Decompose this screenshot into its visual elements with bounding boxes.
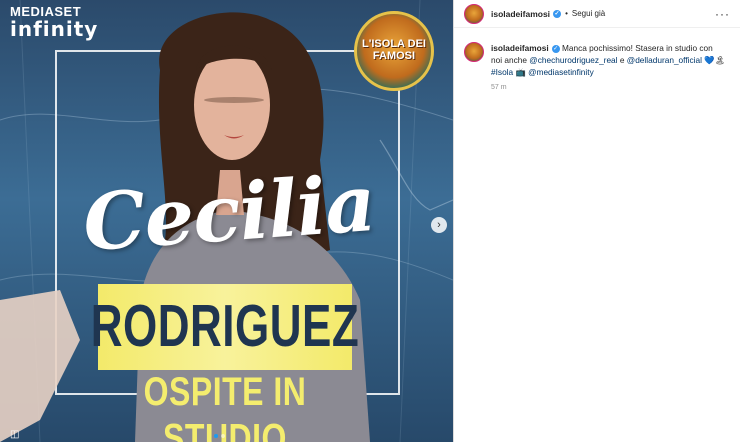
post-header: isoladeifamosi ✓ • Segui già ··· (454, 0, 740, 28)
post-media[interactable]: MEDIASET infinity L'ISOLA DEI FAMOSI Cec… (0, 0, 453, 442)
hashtag-isola[interactable]: #Isola (491, 67, 513, 77)
surname-text: RODRIGUEZ (90, 293, 360, 360)
mention-mediasetinfinity[interactable]: @mediasetinfinity (528, 67, 594, 77)
tv-emoji: 📺 (515, 67, 526, 77)
badge-text: L'ISOLA DEI FAMOSI (362, 38, 426, 62)
caption-verified-icon: ✓ (551, 44, 560, 53)
mention-della[interactable]: @delladuran_official (627, 55, 702, 65)
caption-username[interactable]: isoladeifamosi (491, 43, 549, 53)
avatar[interactable] (464, 3, 484, 24)
verified-icon: ✓ (553, 10, 562, 19)
carousel-dot (221, 434, 225, 438)
surname-banner: RODRIGUEZ (91, 284, 359, 370)
carousel-dots (214, 434, 225, 438)
timestamp[interactable]: 57 m (491, 84, 740, 91)
username-text: isoladeifamosi (491, 8, 551, 19)
tagline-text: OSPITE IN STUDIO (143, 368, 307, 442)
mediaset-infinity-logo: MEDIASET infinity (10, 4, 98, 41)
caption-text-2: e (619, 55, 625, 65)
carousel-dot-active (214, 434, 218, 438)
separator: • (565, 9, 568, 18)
follow-button[interactable]: Segui già (572, 9, 605, 18)
caption: isoladeifamosi ✓ Manca pochissimo! Staser… (491, 42, 726, 78)
isola-dei-famosi-logo: L'ISOLA DEI FAMOSI (354, 11, 434, 91)
mention-chechu[interactable]: @chechurodriguez_real (529, 55, 617, 65)
carousel-icon: ◫ (10, 429, 20, 440)
brand-bottom: infinity (10, 17, 99, 41)
caption-avatar[interactable] (464, 42, 484, 62)
next-slide-button[interactable]: › (431, 217, 447, 233)
caption-emojis: 💙🏝 (704, 55, 726, 65)
more-options-icon[interactable]: ··· (715, 7, 730, 21)
post-sidebar: isoladeifamosi ✓ • Segui già ··· isoladei… (453, 0, 740, 442)
caption-row: isoladeifamosi ✓ Manca pochissimo! Staser… (454, 28, 740, 78)
username-link[interactable]: isoladeifamosi ✓ (491, 8, 562, 19)
